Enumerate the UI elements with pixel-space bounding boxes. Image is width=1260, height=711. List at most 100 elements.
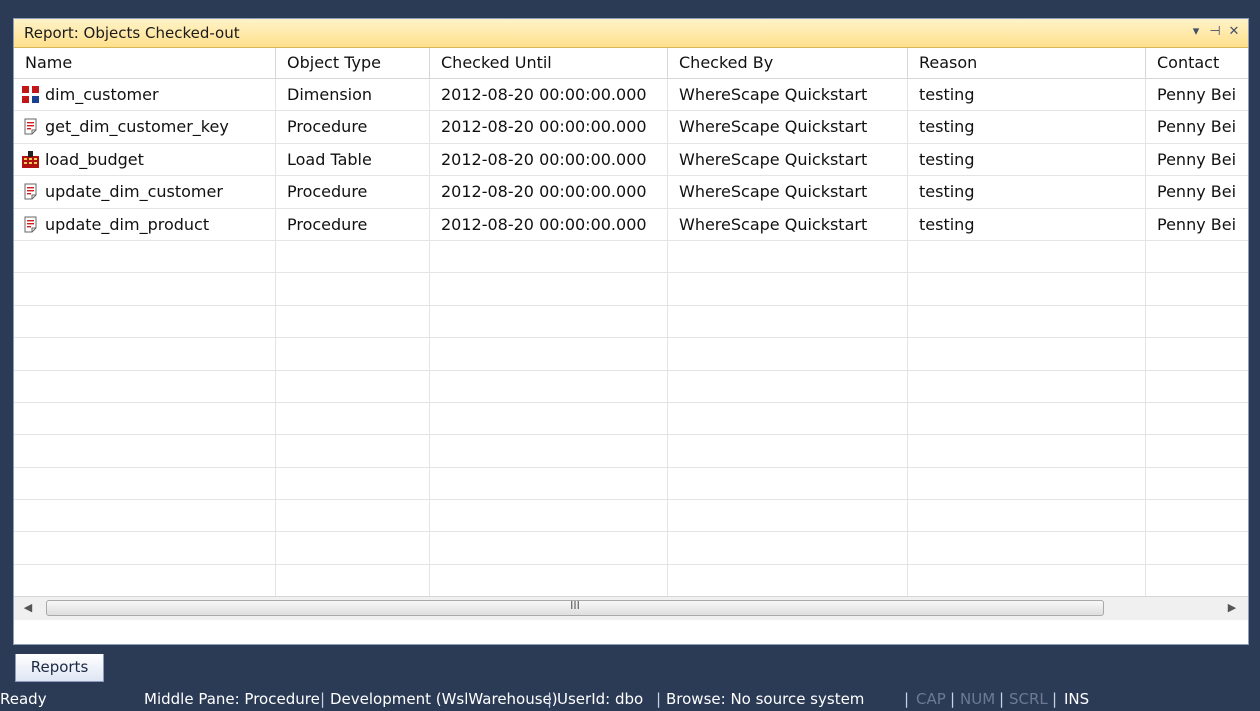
empty-row xyxy=(14,338,1248,371)
cell-until: 2012-08-20 00:00:00.000 xyxy=(430,176,668,209)
cell-name xyxy=(14,305,276,338)
cell-reason: testing xyxy=(908,208,1146,241)
cell-by xyxy=(668,467,908,500)
grid-rows: dim_customer Dimension 2012-08-20 00:00:00… xyxy=(14,79,1248,620)
cell-text: testing xyxy=(919,149,975,169)
cell-until xyxy=(430,532,668,565)
cell-name: get_dim_customer_key xyxy=(14,111,276,144)
cell-contact xyxy=(1146,500,1248,532)
cell-text: load_budget xyxy=(45,149,144,169)
cell-contact xyxy=(1146,565,1248,597)
cell-until xyxy=(430,305,668,338)
cell-text: Load Table xyxy=(287,149,372,169)
cell-text: testing xyxy=(919,117,975,137)
empty-row xyxy=(14,435,1248,468)
cell-contact xyxy=(1146,273,1248,305)
cell-name: update_dim_product xyxy=(14,208,276,241)
cell-text: WhereScape Quickstart xyxy=(679,117,868,137)
table-row[interactable]: update_dim_customer Procedure 2012-08-20 0… xyxy=(14,176,1248,209)
table-row[interactable]: update_dim_product Procedure 2012-08-20 00… xyxy=(14,208,1248,241)
cell-type xyxy=(276,338,430,371)
status-browse: Browse: No source system xyxy=(666,690,865,708)
cell-contact xyxy=(1146,371,1248,403)
pin-icon[interactable]: ⊣ xyxy=(1207,24,1223,39)
scrollbar-grip-icon: III xyxy=(570,599,580,612)
cell-text: dim_customer xyxy=(45,85,159,104)
table-row[interactable]: dim_customer Dimension 2012-08-20 00:00:00… xyxy=(14,79,1248,112)
scroll-right-icon[interactable]: ▶ xyxy=(1222,599,1242,617)
column-header-checked-by[interactable]: Checked By xyxy=(668,48,908,78)
cell-text: Penny Bei xyxy=(1157,117,1237,137)
cell-name xyxy=(14,435,276,468)
cell-text: 2012-08-20 00:00:00.000 xyxy=(441,214,647,234)
status-num: NUM xyxy=(960,690,996,708)
cell-by: WhereScape Quickstart xyxy=(668,111,908,144)
cell-text: testing xyxy=(919,182,975,202)
close-icon[interactable]: ✕ xyxy=(1226,24,1242,39)
cell-text: update_dim_customer xyxy=(45,182,223,202)
status-separator: | xyxy=(999,690,1005,708)
cell-name xyxy=(14,532,276,565)
cell-type xyxy=(276,500,430,533)
cell-reason: testing xyxy=(908,111,1146,144)
status-separator: | xyxy=(1052,690,1058,708)
cell-until: 2012-08-20 00:00:00.000 xyxy=(430,208,668,241)
grid-header: Name Object Type Checked Until Checked B… xyxy=(14,48,1248,79)
cell-type xyxy=(276,370,430,403)
procedure-icon xyxy=(22,114,39,135)
status-separator: | xyxy=(656,690,662,708)
tab-reports[interactable]: Reports xyxy=(15,654,104,682)
cell-name xyxy=(14,273,276,306)
cell-by xyxy=(668,338,908,371)
scroll-left-icon[interactable]: ◀ xyxy=(18,599,38,617)
scrollbar-thumb[interactable]: III xyxy=(46,599,1104,616)
cell-type: Dimension xyxy=(276,79,430,111)
cell-type xyxy=(276,467,430,500)
cell-text: Penny Bei xyxy=(1157,214,1237,234)
cell-reason xyxy=(908,532,1146,565)
status-scrl: SCRL xyxy=(1009,690,1048,708)
cell-text: 2012-08-20 00:00:00.000 xyxy=(441,117,647,137)
panel-titlebar: Report: Objects Checked-out ▾ ⊣ ✕ xyxy=(14,19,1248,48)
cell-text: Procedure xyxy=(287,182,368,202)
cell-name xyxy=(14,240,276,273)
column-header-object-type[interactable]: Object Type xyxy=(276,48,430,78)
cell-text: update_dim_product xyxy=(45,214,210,234)
cell-reason xyxy=(908,500,1146,533)
dropdown-icon[interactable]: ▾ xyxy=(1188,24,1204,39)
cell-name xyxy=(14,467,276,500)
cell-until: 2012-08-20 00:00:00.000 xyxy=(430,79,668,111)
cell-until xyxy=(430,467,668,500)
status-separator: | xyxy=(547,690,553,708)
cell-by: WhereScape Quickstart xyxy=(668,176,908,209)
cell-text: Penny Bei xyxy=(1157,85,1237,104)
cell-name: dim_customer xyxy=(14,79,276,111)
cell-until xyxy=(430,402,668,435)
column-header-name[interactable]: Name xyxy=(14,48,276,78)
dimension-icon xyxy=(22,82,39,103)
status-bar: Ready Middle Pane: Procedure | Developme… xyxy=(0,688,1260,711)
cell-reason: testing xyxy=(908,143,1146,176)
table-row[interactable]: load_budget Load Table 2012-08-20 00:00:00… xyxy=(14,143,1248,177)
cell-text: WhereScape Quickstart xyxy=(679,85,868,104)
cell-text: WhereScape Quickstart xyxy=(679,149,868,169)
report-panel: Report: Objects Checked-out ▾ ⊣ ✕ Name O… xyxy=(13,18,1249,645)
column-header-reason[interactable]: Reason xyxy=(908,48,1146,78)
cell-until xyxy=(430,564,668,597)
table-row[interactable]: get_dim_customer_key Procedure 2012-08-20 … xyxy=(14,111,1248,144)
cell-type xyxy=(276,564,430,597)
cell-type xyxy=(276,532,430,565)
cell-reason: testing xyxy=(908,79,1146,111)
cell-until xyxy=(430,500,668,533)
cell-until xyxy=(430,338,668,371)
cell-name: update_dim_customer xyxy=(14,176,276,209)
status-middle-pane: Middle Pane: Procedure xyxy=(144,690,320,708)
column-header-checked-until[interactable]: Checked Until xyxy=(430,48,668,78)
cell-name xyxy=(14,500,276,533)
status-separator: | xyxy=(904,690,910,708)
horizontal-scrollbar[interactable]: ◀ III ▶ xyxy=(14,596,1248,620)
column-header-contact[interactable]: Contact xyxy=(1146,48,1248,78)
cell-until xyxy=(430,435,668,468)
cell-text: get_dim_customer_key xyxy=(45,117,229,137)
cell-until xyxy=(430,370,668,403)
